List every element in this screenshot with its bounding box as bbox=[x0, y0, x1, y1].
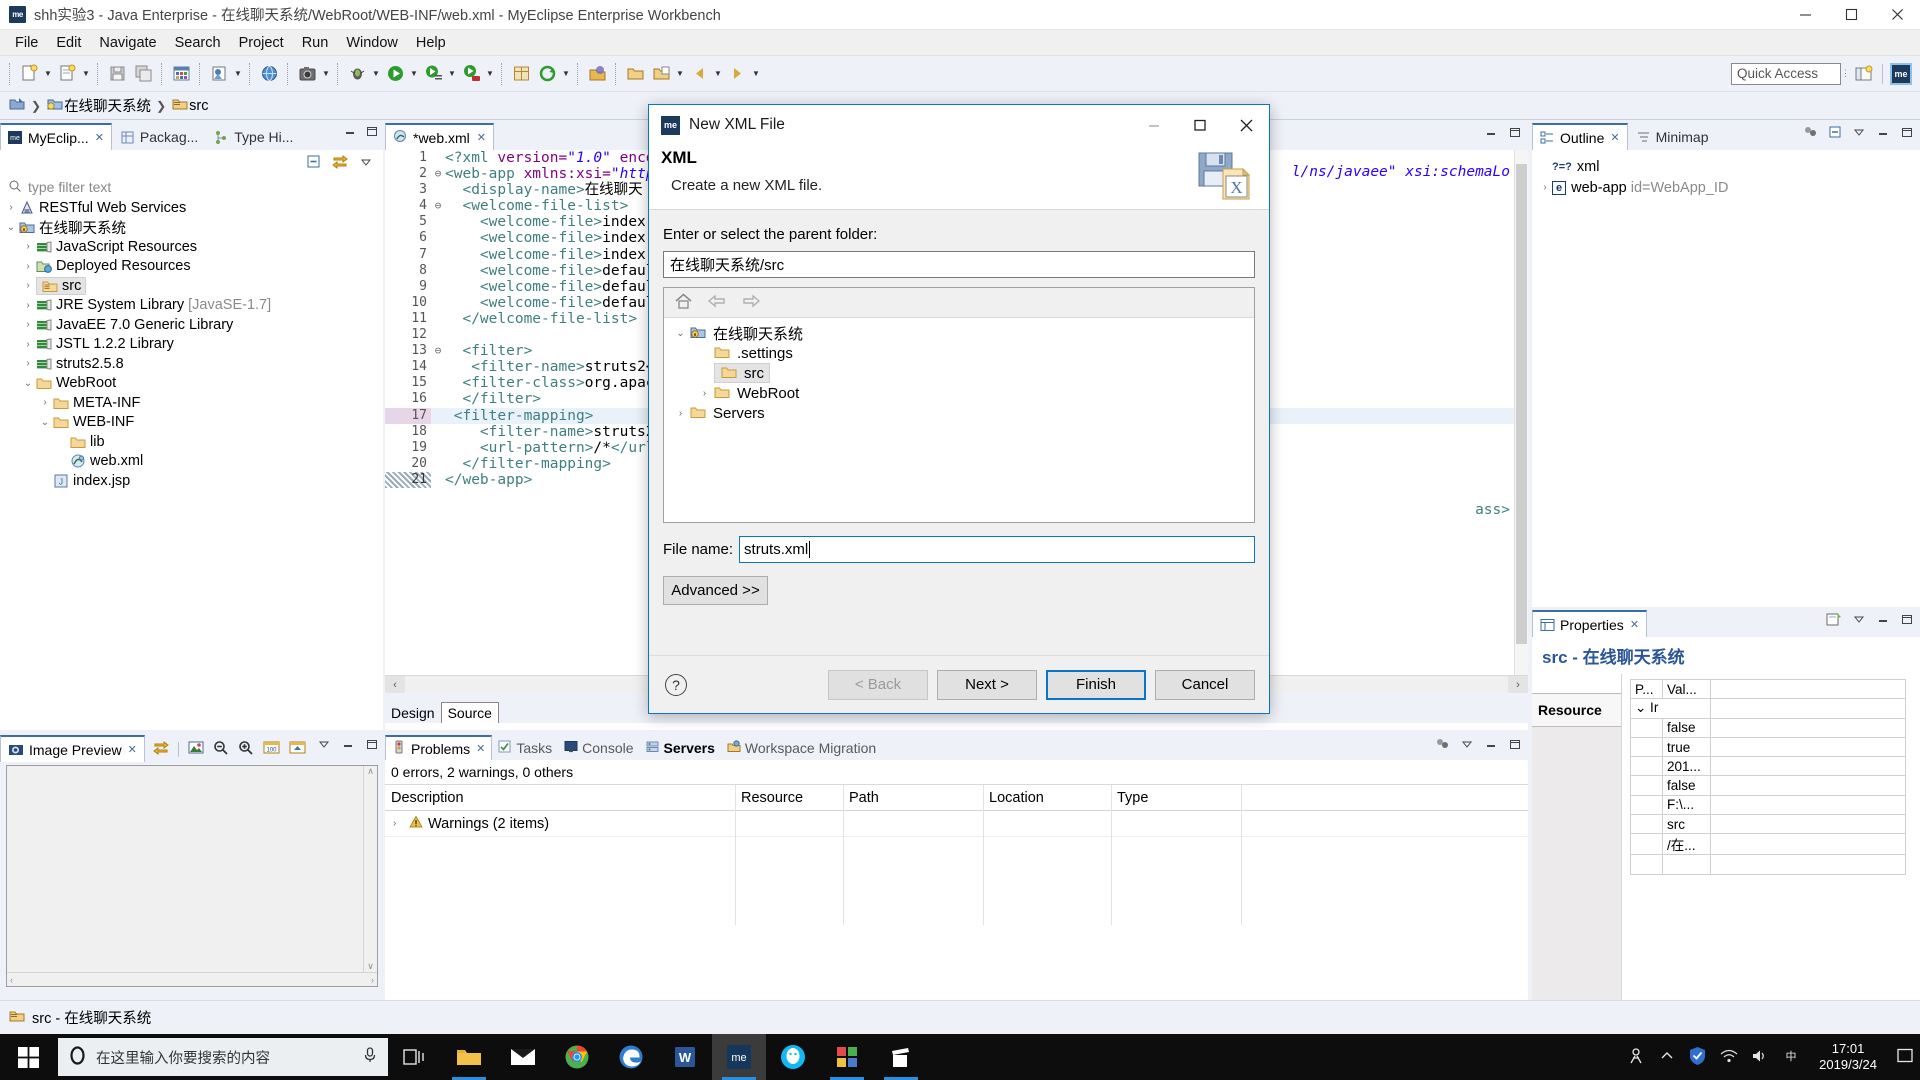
new-xml-file-dialog: me New XML File XML Create a new XML fil… bbox=[648, 104, 1270, 714]
dialog-tree-item-label: .settings bbox=[737, 344, 793, 362]
dialog-title: New XML File bbox=[689, 116, 785, 133]
folder-icon bbox=[720, 364, 740, 382]
file-name-value: struts.xml bbox=[744, 541, 809, 558]
forward-icon[interactable] bbox=[741, 293, 761, 312]
expand-arrow-icon[interactable]: ⌄ bbox=[672, 328, 689, 339]
file-name-label: File name: bbox=[663, 541, 734, 558]
dialog-tree-item-content[interactable]: 在线聊天系统 bbox=[689, 323, 803, 344]
file-name-row: File name: struts.xml bbox=[663, 536, 1255, 563]
project-icon bbox=[689, 324, 709, 342]
dialog-tree-item-content[interactable]: Servers bbox=[689, 404, 765, 422]
dialog-tree-item-label: WebRoot bbox=[737, 384, 800, 402]
dialog-tree-item-label: 在线聊天系统 bbox=[713, 325, 804, 343]
text-caret bbox=[809, 541, 811, 558]
xml-file-wizard-icon: X bbox=[1197, 149, 1253, 207]
folder-tree-panel: ⌄ 在线聊天系统 .settings src › WebRoot › Servers bbox=[663, 287, 1255, 523]
dialog-tree-item-selected[interactable]: src bbox=[714, 363, 770, 383]
file-name-input[interactable]: struts.xml bbox=[739, 536, 1255, 563]
expand-arrow-icon[interactable]: › bbox=[672, 408, 689, 419]
myeclipse-logo-icon: me bbox=[661, 115, 680, 135]
application-window: me shh实验3 - Java Enterprise - 在线聊天系统/Web… bbox=[0, 0, 1920, 1080]
cancel-button[interactable]: Cancel bbox=[1155, 669, 1255, 700]
modal-overlay: me New XML File XML Create a new XML fil… bbox=[0, 0, 1920, 1080]
next-button[interactable]: Next > bbox=[937, 669, 1037, 700]
dialog-tree-item-label: src bbox=[744, 364, 764, 382]
dialog-tree-item-src[interactable]: src bbox=[664, 363, 1254, 383]
folder-tree-toolbar bbox=[664, 288, 1254, 318]
dialog-window-controls bbox=[1131, 105, 1269, 145]
back-button[interactable]: < Back bbox=[828, 669, 928, 700]
parent-folder-label: Enter or select the parent folder: bbox=[663, 226, 878, 243]
dialog-title-bar: me New XML File bbox=[649, 105, 1269, 145]
dialog-tree-item-label: Servers bbox=[713, 404, 765, 422]
dialog-tree-item--settings[interactable]: .settings bbox=[664, 343, 1254, 363]
dialog-tree-item-webroot[interactable]: › WebRoot bbox=[664, 383, 1254, 403]
dialog-subheading: Create a new XML file. bbox=[671, 177, 823, 194]
dialog-buttons: < Back Next > Finish Cancel bbox=[828, 669, 1269, 700]
folder-icon bbox=[713, 344, 733, 362]
help-icon[interactable]: ? bbox=[665, 673, 687, 696]
parent-folder-input[interactable]: 在线聊天系统/src bbox=[663, 251, 1255, 278]
folder-icon bbox=[713, 384, 733, 402]
dialog-body: Enter or select the parent folder: 在线聊天系… bbox=[649, 210, 1269, 605]
advanced-button[interactable]: Advanced >> bbox=[663, 576, 768, 605]
dialog-close-icon[interactable] bbox=[1223, 105, 1269, 145]
folder-icon bbox=[689, 404, 709, 422]
dialog-tree-item-servers[interactable]: › Servers bbox=[664, 403, 1254, 423]
dialog-banner: XML Create a new XML file. X bbox=[649, 145, 1269, 210]
dialog-footer: ? < Back Next > Finish Cancel bbox=[649, 655, 1269, 713]
home-icon[interactable] bbox=[674, 292, 693, 313]
dialog-heading: XML bbox=[661, 148, 697, 167]
expand-arrow-icon[interactable]: › bbox=[696, 388, 713, 399]
dialog-tree-item--[interactable]: ⌄ 在线聊天系统 bbox=[664, 323, 1254, 343]
svg-text:X: X bbox=[1230, 178, 1242, 197]
finish-button[interactable]: Finish bbox=[1046, 669, 1146, 700]
folder-tree: ⌄ 在线聊天系统 .settings src › WebRoot › Servers bbox=[664, 318, 1254, 423]
dialog-maximize-icon[interactable] bbox=[1177, 105, 1223, 145]
back-icon[interactable] bbox=[707, 293, 727, 312]
dialog-tree-item-content[interactable]: .settings bbox=[713, 344, 793, 362]
dialog-minimize-icon[interactable] bbox=[1131, 105, 1177, 145]
dialog-tree-item-content[interactable]: WebRoot bbox=[713, 384, 799, 402]
